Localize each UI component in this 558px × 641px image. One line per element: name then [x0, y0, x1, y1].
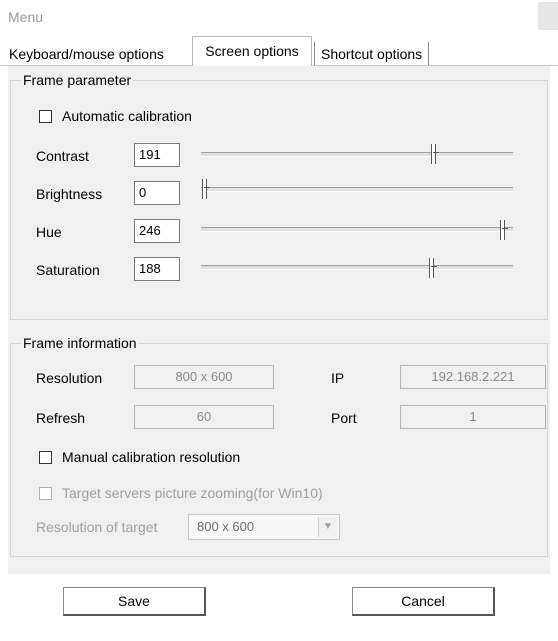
contrast-slider-track[interactable]	[201, 152, 513, 157]
window-title: Menu	[8, 9, 44, 25]
resolution-label: Resolution	[36, 370, 103, 386]
contrast-slider-thumb[interactable]	[427, 144, 439, 164]
target-zoom-checkbox	[39, 487, 52, 500]
cancel-button[interactable]: Cancel	[352, 587, 495, 616]
target-zoom-label: Target servers picture zooming(for Win10…	[62, 485, 323, 501]
saturation-label: Saturation	[36, 262, 100, 278]
manual-calibration-checkbox[interactable]	[39, 451, 52, 464]
brightness-slider-track[interactable]	[201, 187, 513, 192]
tab-keyboard-mouse-options[interactable]: Keyboard/mouse options	[6, 42, 164, 66]
frame-information-label: Frame information	[21, 334, 139, 352]
tab-shortcut-options[interactable]: Shortcut options	[314, 42, 430, 66]
target-resolution-select: 800 x 600 ▼	[188, 514, 340, 540]
ip-field: 192.168.2.221	[400, 365, 546, 389]
refresh-field: 60	[134, 405, 274, 429]
port-field: 1	[400, 405, 546, 429]
target-resolution-label: Resolution of target	[36, 519, 158, 535]
ip-label: IP	[331, 370, 345, 386]
saturation-slider-track[interactable]	[201, 265, 513, 270]
automatic-calibration-label: Automatic calibration	[62, 108, 192, 124]
hue-input[interactable]: 246	[134, 219, 180, 243]
port-label: Port	[331, 410, 357, 426]
frame-parameter-label: Frame parameter	[21, 71, 134, 89]
brightness-input[interactable]: 0	[134, 181, 180, 205]
contrast-input[interactable]: 191	[134, 143, 180, 167]
saturation-slider-thumb[interactable]	[425, 258, 437, 278]
refresh-label: Refresh	[36, 410, 86, 426]
target-resolution-value: 800 x 600	[197, 519, 255, 534]
hue-slider-thumb[interactable]	[496, 220, 508, 240]
resolution-field: 800 x 600	[134, 365, 274, 389]
brightness-label: Brightness	[36, 186, 103, 202]
chevron-down-icon: ▼	[318, 517, 337, 537]
contrast-label: Contrast	[36, 148, 89, 164]
brightness-slider-thumb[interactable]	[198, 179, 210, 199]
hue-label: Hue	[36, 224, 62, 240]
automatic-calibration-checkbox[interactable]	[39, 110, 52, 123]
save-button[interactable]: Save	[63, 587, 206, 616]
tab-screen-options[interactable]: Screen options	[192, 36, 312, 66]
close-button[interactable]	[538, 2, 558, 30]
hue-slider-track[interactable]	[201, 227, 513, 232]
manual-calibration-label: Manual calibration resolution	[62, 449, 241, 465]
saturation-input[interactable]: 188	[134, 257, 180, 281]
